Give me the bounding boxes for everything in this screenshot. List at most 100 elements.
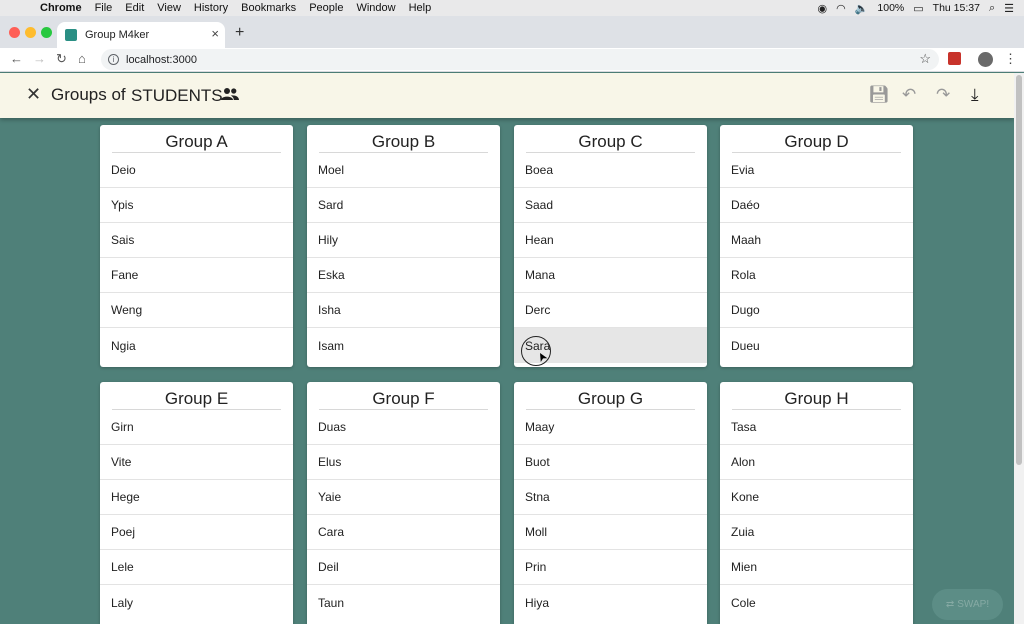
swap-label: SWAP! [957, 599, 990, 610]
url-text[interactable]: localhost:3000 [126, 54, 197, 66]
wifi-icon[interactable]: ◠ [836, 2, 846, 15]
group-member[interactable]: Duas [307, 410, 500, 445]
group-member[interactable]: Deio [100, 153, 293, 188]
group-member[interactable]: Dueu [720, 328, 913, 363]
group-member[interactable]: Derc [514, 293, 707, 328]
menu-people[interactable]: People [309, 2, 343, 14]
group-member[interactable]: Weng [100, 293, 293, 328]
group-member[interactable]: Elus [307, 445, 500, 480]
window-close-button[interactable] [9, 27, 20, 38]
group-member[interactable]: Alon [720, 445, 913, 480]
group-member[interactable]: Vite [100, 445, 293, 480]
group-member[interactable]: Cara [307, 515, 500, 550]
page-title: Groups of [51, 85, 126, 104]
group-member[interactable]: Hily [307, 223, 500, 258]
group-member[interactable]: Dugo [720, 293, 913, 328]
member-name: Yaie [318, 490, 342, 504]
group-member[interactable]: Evia [720, 153, 913, 188]
group-member[interactable]: Stna [514, 480, 707, 515]
swap-button[interactable]: ⇄ SWAP! [932, 589, 1003, 620]
group-member[interactable]: Laly [100, 585, 293, 620]
menu-help[interactable]: Help [409, 2, 432, 14]
group-member[interactable]: Rola [720, 258, 913, 293]
group-member[interactable]: Zuia [720, 515, 913, 550]
group-member[interactable]: Daéo [720, 188, 913, 223]
group-member[interactable]: Hiya [514, 585, 707, 620]
save-icon[interactable]: 💾︎ [868, 85, 890, 105]
group-member[interactable]: Cole [720, 585, 913, 620]
browser-tab[interactable]: Group M4ker × [57, 22, 225, 48]
menu-bookmarks[interactable]: Bookmarks [241, 2, 296, 14]
group-member[interactable]: Moll [514, 515, 707, 550]
record-icon[interactable]: ◉ [817, 2, 827, 15]
group-member[interactable]: Ngia [100, 328, 293, 363]
group-member[interactable]: Prin [514, 550, 707, 585]
member-name: Stna [525, 490, 550, 504]
group-member[interactable]: Mien [720, 550, 913, 585]
group-member[interactable]: Tasa [720, 410, 913, 445]
group-member[interactable]: Moel [307, 153, 500, 188]
group-member[interactable]: Sara ➤ [514, 328, 707, 366]
menu-view[interactable]: View [157, 2, 181, 14]
group-member[interactable]: Mana [514, 258, 707, 293]
group-member[interactable]: Hean [514, 223, 707, 258]
menu-app-name[interactable]: Chrome [40, 2, 82, 14]
group-member[interactable]: Saad [514, 188, 707, 223]
group-member[interactable]: Maay [514, 410, 707, 445]
address-bar[interactable]: i localhost:3000 ☆ [101, 49, 939, 70]
menu-window[interactable]: Window [356, 2, 395, 14]
close-icon[interactable]: ✕ [26, 84, 41, 105]
group-member[interactable]: Deil [307, 550, 500, 585]
chrome-menu-icon[interactable]: ⋮ [1004, 51, 1017, 67]
spotlight-icon[interactable]: ⌕ [989, 2, 995, 15]
scrollbar-thumb[interactable] [1016, 75, 1022, 465]
group-member[interactable]: Taun [307, 585, 500, 620]
tab-close-icon[interactable]: × [211, 26, 219, 41]
undo-icon[interactable]: ↶ [902, 85, 916, 105]
group-member[interactable]: Girn [100, 410, 293, 445]
battery-icon[interactable]: ▭ [913, 2, 923, 15]
member-name: Alon [731, 455, 756, 469]
group-member[interactable]: Sais [100, 223, 293, 258]
group-member[interactable]: Poej [100, 515, 293, 550]
group-member[interactable]: Lele [100, 550, 293, 585]
extension-icon[interactable] [948, 52, 961, 65]
member-name: Ypis [111, 198, 134, 212]
site-info-icon[interactable]: i [108, 54, 119, 65]
group-member[interactable]: Boea [514, 153, 707, 188]
redo-icon[interactable]: ↷ [936, 85, 950, 105]
member-name: Maay [525, 420, 555, 434]
group-member[interactable]: Sard [307, 188, 500, 223]
download-icon[interactable]: ⤓ [971, 85, 979, 105]
new-tab-icon[interactable]: + [235, 24, 244, 42]
group-member[interactable]: Yaie [307, 480, 500, 515]
group-member[interactable]: Maah [720, 223, 913, 258]
home-icon[interactable]: ⌂ [78, 51, 86, 66]
menu-history[interactable]: History [194, 2, 228, 14]
group-title: Group A [112, 125, 281, 153]
people-icon[interactable] [221, 87, 239, 101]
reload-icon[interactable]: ↻ [56, 51, 67, 67]
group-member[interactable]: Eska [307, 258, 500, 293]
menu-file[interactable]: File [95, 2, 113, 14]
member-name: Boea [525, 163, 554, 177]
forward-icon[interactable]: → [33, 51, 46, 66]
group-member[interactable]: Ypis [100, 188, 293, 223]
class-name[interactable]: STUDENTS [131, 86, 223, 106]
clock[interactable]: Thu 15:37 [933, 2, 980, 14]
group-member[interactable]: Isam [307, 328, 500, 363]
volume-icon[interactable]: 🔈 [855, 2, 869, 15]
group-member[interactable]: Isha [307, 293, 500, 328]
profile-avatar[interactable] [978, 52, 993, 67]
group-member[interactable]: Hege [100, 480, 293, 515]
group-member[interactable]: Buot [514, 445, 707, 480]
control-center-icon[interactable]: ☰ [1004, 2, 1014, 15]
back-icon[interactable]: ← [10, 51, 23, 66]
group-member[interactable]: Fane [100, 258, 293, 293]
window-zoom-button[interactable] [41, 27, 52, 38]
group-member[interactable]: Kone [720, 480, 913, 515]
menu-edit[interactable]: Edit [125, 2, 144, 14]
page-scrollbar[interactable] [1014, 73, 1024, 624]
window-minimize-button[interactable] [25, 27, 36, 38]
bookmark-star-icon[interactable]: ☆ [919, 51, 931, 67]
